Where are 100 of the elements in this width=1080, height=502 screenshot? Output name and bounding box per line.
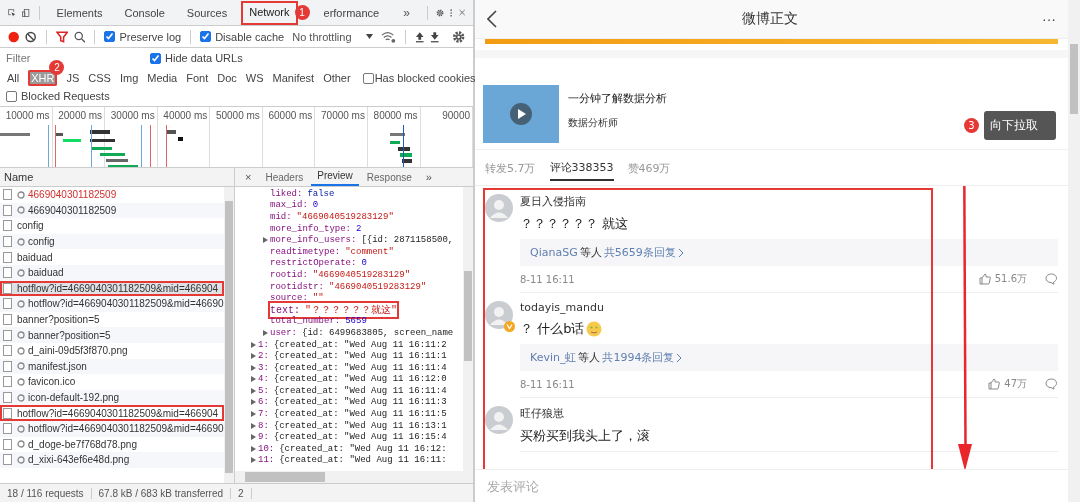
video-thumbnail[interactable] xyxy=(483,85,559,143)
json-property: source: "" xyxy=(270,293,324,304)
json-property: more_info_type: 2 xyxy=(270,223,362,234)
throttling-dropdown[interactable]: No throttling xyxy=(290,30,375,43)
comment-bubble-icon[interactable] xyxy=(1045,273,1058,285)
checkbox-label: Has blocked cookies xyxy=(374,72,476,84)
thumbs-up-icon[interactable] xyxy=(988,378,1001,390)
type-filter-button[interactable]: Doc xyxy=(214,70,240,86)
file-icon xyxy=(3,236,12,248)
ad-title[interactable]: 一分钟了解数据分析 xyxy=(568,91,667,106)
download-icon[interactable] xyxy=(430,30,440,43)
detail-tab[interactable]: Response xyxy=(360,172,418,186)
ad-author: 数据分析师 xyxy=(568,116,619,130)
request-row[interactable]: hotflow?id=4669040301182509&mid=46690 xyxy=(0,296,224,312)
type-filter-button[interactable]: Other xyxy=(320,70,354,86)
json-property: 11: {created_at: "Wed Aug 11 16:11: xyxy=(258,455,447,466)
panel-tab[interactable]: Sources xyxy=(178,0,236,25)
commenter-name[interactable]: 旺仔狼崽 xyxy=(520,406,1058,421)
upload-icon[interactable] xyxy=(414,30,425,43)
type-filter-button[interactable]: WS xyxy=(242,70,267,86)
close-button[interactable]: × xyxy=(239,171,258,186)
file-icon xyxy=(3,220,12,232)
type-filter-button[interactable]: Media xyxy=(144,70,181,86)
checkbox[interactable] xyxy=(104,31,116,42)
status-text: 2 xyxy=(231,487,252,499)
more-tabs-button[interactable]: » xyxy=(419,171,438,186)
detail-tab[interactable]: Headers xyxy=(259,172,310,186)
request-row[interactable]: d_doge-be7f768d78.png xyxy=(0,436,224,453)
request-row[interactable]: 4669040301182509 xyxy=(0,187,224,203)
request-row[interactable]: baiduad xyxy=(0,249,224,265)
type-filter-button[interactable]: Font xyxy=(183,70,212,86)
commenter-name[interactable]: 夏日入侵指南 xyxy=(520,194,1058,209)
request-row[interactable]: hotflow?id=4669040301182509&mid=466904 xyxy=(0,405,224,421)
replies-link[interactable]: Kevin_虹 等人 共1994条回复 xyxy=(520,344,1058,371)
replies-link[interactable]: QianaSG 等人 共5659条回复 xyxy=(520,239,1058,266)
request-name: d_doge-be7f768d78.png xyxy=(28,438,137,450)
request-row[interactable]: baiduad xyxy=(0,264,224,281)
panel-tab[interactable]: Console xyxy=(116,0,173,25)
panel-tab[interactable]: Elements xyxy=(48,0,111,25)
request-row[interactable]: 4669040301182509 xyxy=(0,202,224,219)
panel-tab[interactable]: Network xyxy=(241,0,298,25)
json-property: readtimetype: "comment" xyxy=(270,246,394,257)
request-row[interactable]: icon-default-192.png xyxy=(0,389,224,406)
step-badge: 3 xyxy=(964,118,979,133)
checkbox[interactable] xyxy=(150,52,161,64)
filter-icon[interactable] xyxy=(55,30,69,43)
detail-tab[interactable]: Preview xyxy=(311,170,359,186)
file-icon xyxy=(3,204,12,216)
request-row[interactable]: favicon.ico xyxy=(0,374,224,390)
request-row[interactable]: manifest.json xyxy=(0,358,224,375)
checkbox[interactable] xyxy=(200,31,212,42)
json-property: 3: {created_at: "Wed Aug 11 16:11:4 xyxy=(258,362,447,373)
checkbox-label: Blocked Requests xyxy=(21,90,110,102)
json-property: 2: {created_at: "Wed Aug 11 16:11:1 xyxy=(258,351,447,362)
more-button[interactable]: ··· xyxy=(1042,11,1056,27)
request-name: d_aini-09d5f3f870.png xyxy=(28,345,128,357)
scrollbar[interactable] xyxy=(235,471,473,483)
json-property: rootid: "4669040519283129" xyxy=(270,269,411,280)
request-row[interactable]: d_xixi-643ef6e48d.png xyxy=(0,452,224,468)
request-row[interactable]: banner?position=5 xyxy=(0,327,224,343)
comment-input[interactable]: 发表评论 xyxy=(485,477,689,495)
scrollbar[interactable] xyxy=(463,187,473,471)
request-name: banner?position=5 xyxy=(28,329,111,341)
request-row[interactable]: config xyxy=(0,233,224,250)
timeline-tick-label: 70000 ms xyxy=(321,110,365,121)
thumbs-up-icon[interactable] xyxy=(978,273,991,285)
column-header[interactable]: Name xyxy=(4,171,34,183)
clear-icon[interactable] xyxy=(25,30,37,43)
type-filter-button[interactable]: Img xyxy=(116,70,142,86)
record-icon[interactable] xyxy=(8,30,20,43)
json-property: 1: {created_at: "Wed Aug 11 16:11:2 xyxy=(258,339,447,350)
more-tabs-button[interactable]: » xyxy=(401,5,412,20)
request-name: banner?position=5 xyxy=(17,314,100,326)
status-text: 18 / 116 requests xyxy=(0,487,92,499)
search-icon[interactable] xyxy=(74,30,86,43)
json-property: rootidstr: "4669040519283129" xyxy=(270,281,427,292)
checkbox[interactable] xyxy=(362,72,374,84)
stat-tab[interactable]: 评论338353 xyxy=(549,160,614,181)
expand-arrow-icon[interactable] xyxy=(263,237,268,244)
json-property: max_id: 0 xyxy=(270,200,319,211)
type-filter-button[interactable]: Manifest xyxy=(269,70,318,86)
request-row[interactable]: banner?position=5 xyxy=(0,311,224,328)
request-row[interactable]: config xyxy=(0,218,224,234)
wifi-settings-icon[interactable] xyxy=(380,30,396,43)
commenter-name[interactable]: todayis_mandu xyxy=(520,301,1058,314)
file-icon xyxy=(3,314,12,326)
type-filter-button[interactable]: All xyxy=(4,70,23,86)
caret-icon xyxy=(365,34,373,39)
expand-arrow-icon[interactable] xyxy=(263,329,268,336)
comment-bubble-icon[interactable] xyxy=(1045,378,1058,390)
chevron-right-icon xyxy=(677,247,684,258)
checkbox[interactable] xyxy=(6,90,17,102)
request-row[interactable]: d_aini-09d5f3f870.png xyxy=(0,342,224,359)
back-icon[interactable] xyxy=(487,10,497,28)
settings-icon[interactable] xyxy=(451,29,465,44)
type-filter-button[interactable]: JS xyxy=(63,70,83,86)
panel-tab[interactable]: erformance xyxy=(315,0,388,25)
scrollbar[interactable] xyxy=(1068,0,1080,502)
scrollbar[interactable] xyxy=(224,187,234,483)
type-filter-button[interactable]: CSS xyxy=(85,70,114,86)
